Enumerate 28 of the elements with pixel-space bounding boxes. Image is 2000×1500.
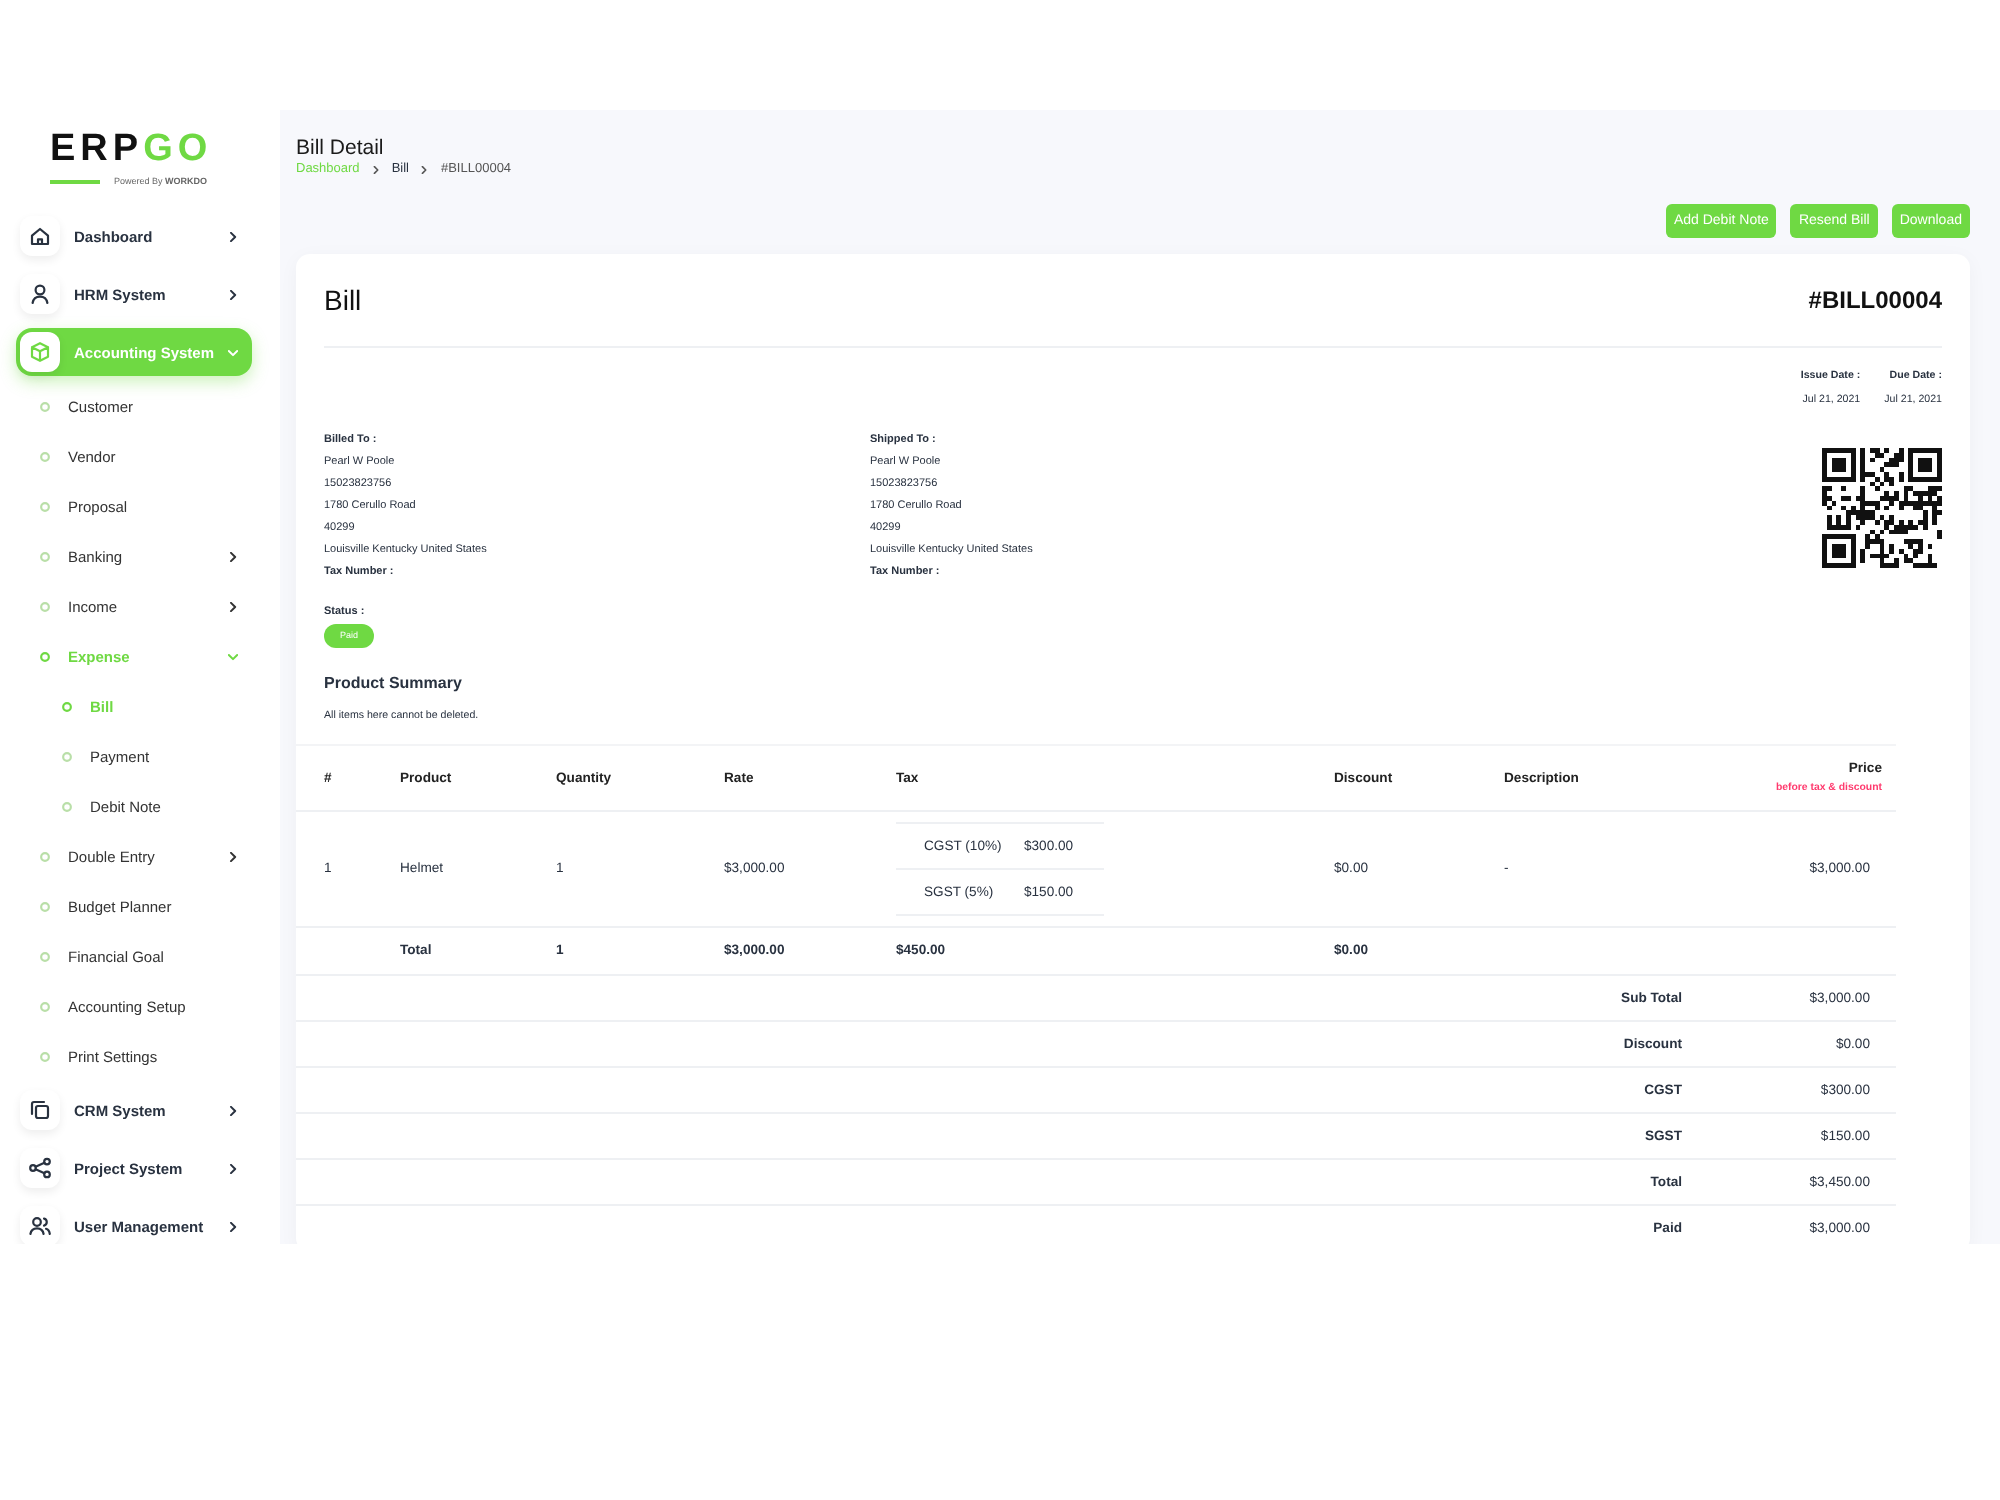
bullet-icon (40, 451, 50, 461)
chevron-right-icon (420, 165, 429, 173)
cube-icon (20, 332, 60, 372)
qr-code-icon (1822, 448, 1942, 568)
bullet-icon (40, 501, 50, 511)
bullet-icon (40, 651, 50, 661)
copy-icon (20, 1090, 60, 1130)
logo-wordmark: ERPGO (50, 130, 213, 168)
bullet-icon (40, 551, 50, 561)
section-title: Product Summary (324, 672, 462, 696)
bullet-icon (40, 401, 50, 411)
user-icon (20, 274, 60, 314)
bullet-icon (40, 851, 50, 861)
bullet-icon (40, 1001, 50, 1011)
bullet-icon (62, 751, 72, 761)
bill-title: Bill (324, 284, 362, 316)
share-icon (20, 1148, 60, 1188)
bullet-icon (40, 601, 50, 611)
home-icon (20, 216, 60, 256)
bullet-icon (40, 1051, 50, 1061)
bullet-icon (40, 951, 50, 961)
bullet-icon (62, 801, 72, 811)
chevron-right-icon (371, 165, 380, 173)
page-title: Bill Detail (296, 134, 384, 162)
bill-number: #BILL00004 (1808, 286, 1942, 314)
logo-underline (50, 179, 100, 183)
bullet-icon (62, 701, 72, 711)
bullet-icon (40, 901, 50, 911)
